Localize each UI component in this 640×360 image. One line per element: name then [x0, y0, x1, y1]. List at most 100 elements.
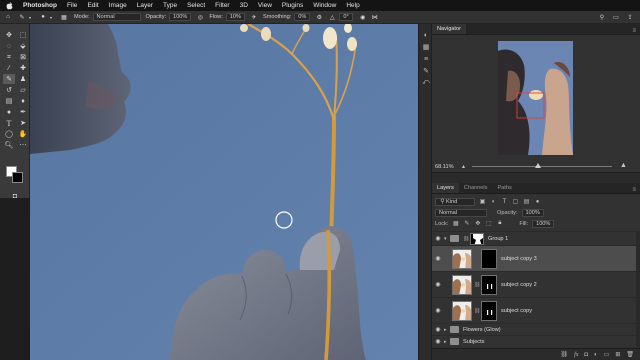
menu-image[interactable]: Image: [104, 2, 132, 9]
eye-icon[interactable]: ◉: [432, 338, 444, 345]
gradient-tool-icon[interactable]: ▤: [3, 96, 15, 106]
filter-shape-icon[interactable]: ▢: [512, 198, 519, 205]
menu-plugins[interactable]: Plugins: [277, 2, 308, 9]
new-layer-icon[interactable]: ⊞: [615, 351, 620, 358]
menu-select[interactable]: Select: [182, 2, 210, 9]
healing-tool-icon[interactable]: ✚: [17, 63, 29, 73]
eye-icon[interactable]: ◉: [432, 255, 444, 262]
zoom-slider-thumb[interactable]: [535, 163, 541, 168]
menu-help[interactable]: Help: [341, 2, 364, 9]
adjustment-layer-icon[interactable]: ◐: [594, 352, 598, 358]
apple-icon[interactable]: [5, 1, 13, 10]
blend-mode-dropdown[interactable]: Normal: [435, 208, 487, 217]
layer-row-subject-copy[interactable]: ◉ ⛓ subject copy: [432, 297, 640, 323]
quick-mask-icon[interactable]: ◘: [9, 191, 21, 201]
panel-menu-icon[interactable]: ≡: [632, 187, 636, 193]
home-icon[interactable]: ⌂: [4, 13, 12, 21]
eye-icon[interactable]: ◉: [432, 235, 444, 242]
background-color-swatch[interactable]: [12, 172, 23, 183]
layer-row-subjects[interactable]: ◉ ▸ Subjects: [432, 335, 640, 347]
brush-panel-icon[interactable]: ✎: [420, 66, 432, 76]
opacity-field[interactable]: 100%: [169, 13, 192, 21]
add-mask-icon[interactable]: ◘: [584, 352, 588, 358]
lock-all-icon[interactable]: 🔒︎: [496, 220, 503, 227]
filter-toggle-icon[interactable]: ●: [534, 198, 541, 205]
menu-type[interactable]: Type: [158, 2, 182, 9]
lock-artboard-icon[interactable]: ⬚: [485, 220, 492, 227]
type-tool-icon[interactable]: T: [3, 118, 15, 128]
filter-smart-object-icon[interactable]: ▤: [523, 198, 530, 205]
menu-photoshop[interactable]: Photoshop: [18, 2, 62, 9]
history-panel-icon[interactable]: ⤺: [420, 78, 432, 88]
zoom-out-icon[interactable]: ▴: [462, 163, 465, 170]
new-group-icon[interactable]: ▭: [604, 351, 610, 358]
link-layers-icon[interactable]: ⛓: [560, 351, 568, 358]
layer-row-subject-copy-3[interactable]: ◉ subject copy 3: [432, 245, 640, 271]
zoom-tool-icon[interactable]: 🔍︎: [3, 140, 15, 150]
frame-tool-icon[interactable]: ⊠: [17, 52, 29, 62]
smoothing-field[interactable]: 0%: [294, 13, 311, 21]
zoom-level[interactable]: 68.11%: [435, 164, 454, 170]
pressure-opacity-icon[interactable]: ◎: [196, 13, 204, 21]
eraser-tool-icon[interactable]: ▱: [17, 85, 29, 95]
artboard-tool-icon[interactable]: ⬚: [17, 30, 29, 40]
menu-file[interactable]: File: [62, 2, 82, 9]
history-brush-tool-icon[interactable]: ↺: [3, 85, 15, 95]
zoom-in-icon[interactable]: ▲: [620, 162, 627, 169]
menu-layer[interactable]: Layer: [132, 2, 158, 9]
move-tool-icon[interactable]: ✥: [3, 30, 15, 40]
panel-menu-icon[interactable]: ≡: [632, 28, 636, 34]
document-canvas[interactable]: [30, 24, 418, 360]
path-select-tool-icon[interactable]: ➤: [17, 118, 29, 128]
eyedropper-tool-icon[interactable]: ⁄: [3, 63, 15, 73]
pressure-size-icon[interactable]: ◉: [359, 13, 367, 21]
hand-tool-icon[interactable]: ✋: [17, 129, 29, 139]
menu-3d[interactable]: 3D: [235, 2, 253, 9]
filter-adjustment-icon[interactable]: ◐: [490, 198, 497, 205]
layer-row-group-1[interactable]: ◉ ▾ ⛓ Group 1: [432, 231, 640, 245]
more-tools-icon[interactable]: ⋯: [17, 140, 29, 150]
fill-field[interactable]: 100%: [532, 219, 555, 228]
shape-tool-icon[interactable]: ◯: [3, 129, 15, 139]
angle-field[interactable]: 0°: [339, 13, 353, 21]
airbrush-icon[interactable]: ✈: [250, 13, 258, 21]
menu-window[interactable]: Window: [308, 2, 341, 9]
crop-tool-icon[interactable]: ⌗: [3, 52, 15, 62]
lock-position-icon[interactable]: ✥: [474, 220, 481, 227]
layer-opacity-field[interactable]: 100%: [521, 208, 544, 217]
mode-dropdown[interactable]: Normal: [92, 13, 141, 21]
symmetry-icon[interactable]: ⋈: [371, 13, 379, 21]
layer-filter-dropdown[interactable]: ⚲ Kind: [435, 197, 475, 206]
lock-pixels-icon[interactable]: ✎: [463, 220, 470, 227]
flow-field[interactable]: 10%: [225, 13, 245, 21]
eye-icon[interactable]: ◉: [432, 281, 444, 288]
tab-channels[interactable]: Channels: [459, 183, 493, 193]
eye-icon[interactable]: ◉: [432, 326, 444, 333]
menu-filter[interactable]: Filter: [210, 2, 234, 9]
menu-edit[interactable]: Edit: [82, 2, 103, 9]
layers-scrollbar[interactable]: [636, 231, 640, 360]
brush-settings-icon[interactable]: ▦: [60, 13, 68, 21]
layer-row-flowers-glow[interactable]: ◉ ▸ Flowers (Glow): [432, 323, 640, 335]
eye-icon[interactable]: ◉: [432, 307, 444, 314]
blur-tool-icon[interactable]: ♦: [17, 96, 29, 106]
swatches-panel-icon[interactable]: ▦: [420, 42, 432, 52]
zoom-slider-track[interactable]: [472, 166, 612, 167]
layer-row-subject-copy-2[interactable]: ◉ ⛓ subject copy 2: [432, 271, 640, 297]
color-swatches[interactable]: [6, 166, 26, 186]
filter-type-icon[interactable]: T: [501, 198, 508, 205]
workspace-icon[interactable]: ▭: [612, 13, 620, 21]
tab-paths[interactable]: Paths: [492, 183, 516, 193]
lasso-tool-icon[interactable]: ◌: [3, 41, 15, 51]
adjustments-panel-icon[interactable]: ≡: [420, 54, 432, 64]
smoothing-settings-icon[interactable]: ⚙: [315, 13, 323, 21]
share-icon[interactable]: ⇪: [626, 13, 634, 21]
trash-icon[interactable]: 🗑︎: [626, 351, 634, 358]
tab-layers[interactable]: Layers: [432, 183, 459, 193]
quick-select-tool-icon[interactable]: ⬙: [17, 41, 29, 51]
brush-preset-picker[interactable]: ✎ ▾: [18, 13, 34, 21]
filter-pixel-icon[interactable]: ▣: [479, 198, 486, 205]
brush-size-picker[interactable]: ● ▾: [39, 13, 55, 21]
search-icon[interactable]: ⚲: [598, 13, 606, 21]
layer-style-icon[interactable]: fx: [574, 352, 578, 358]
